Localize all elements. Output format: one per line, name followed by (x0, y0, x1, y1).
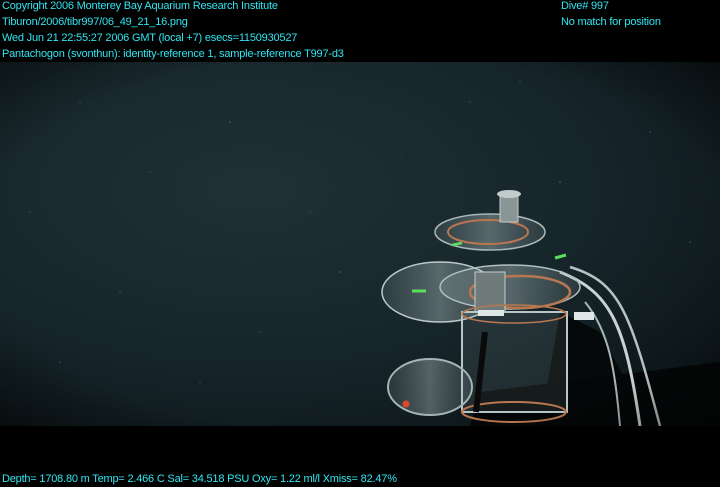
position-status: No match for position (561, 16, 661, 28)
dive-number: Dive# 997 (561, 0, 609, 12)
video-frame: Copyright 2006 Monterey Bay Aquarium Res… (0, 0, 720, 486)
underwater-scene (0, 62, 720, 426)
annotation-line: Pantachogon (svonthun): identity-referen… (2, 48, 344, 60)
timestamp-line: Wed Jun 21 22:55:27 2006 GMT (local +7) … (2, 32, 298, 44)
copyright-line: Copyright 2006 Monterey Bay Aquarium Res… (2, 0, 278, 12)
header-info-left: Copyright 2006 Monterey Bay Aquarium Res… (2, 0, 344, 62)
telemetry-footer: Depth= 1708.80 m Temp= 2.466 C Sal= 34.5… (2, 473, 397, 485)
vignette (0, 62, 720, 426)
image-path-line: Tiburon/2006/tibr997/06_49_21_16.png (2, 16, 188, 28)
header-info-right: Dive# 997 No match for position (561, 0, 661, 30)
